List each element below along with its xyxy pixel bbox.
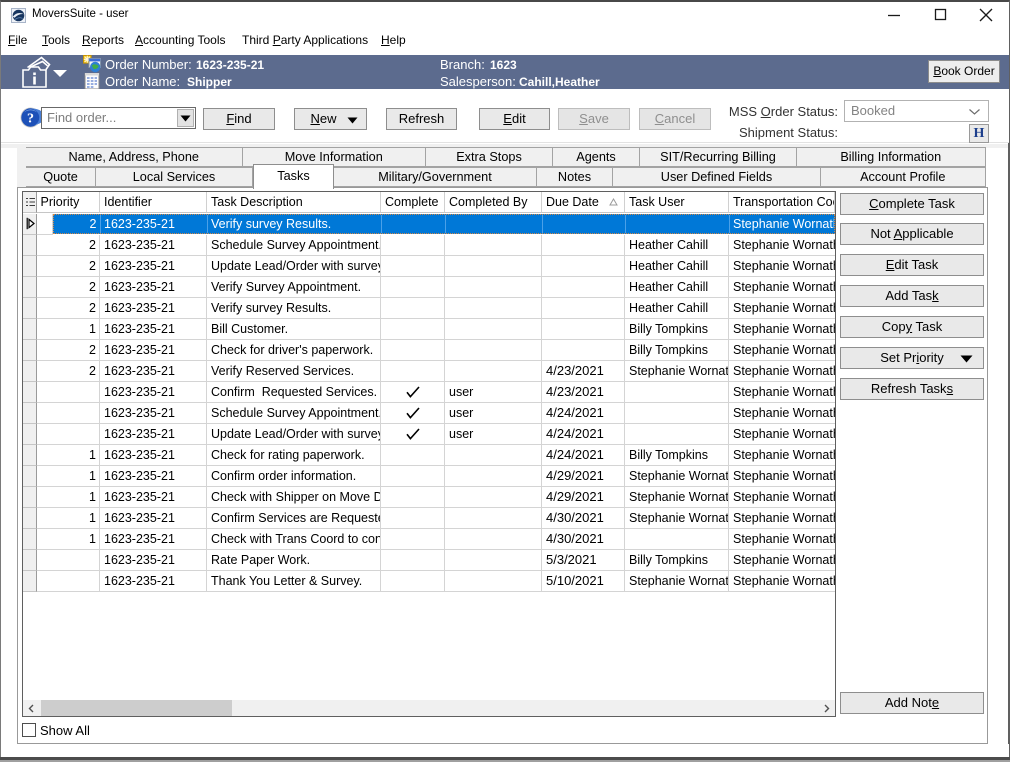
svg-text:?: ? (27, 112, 34, 127)
